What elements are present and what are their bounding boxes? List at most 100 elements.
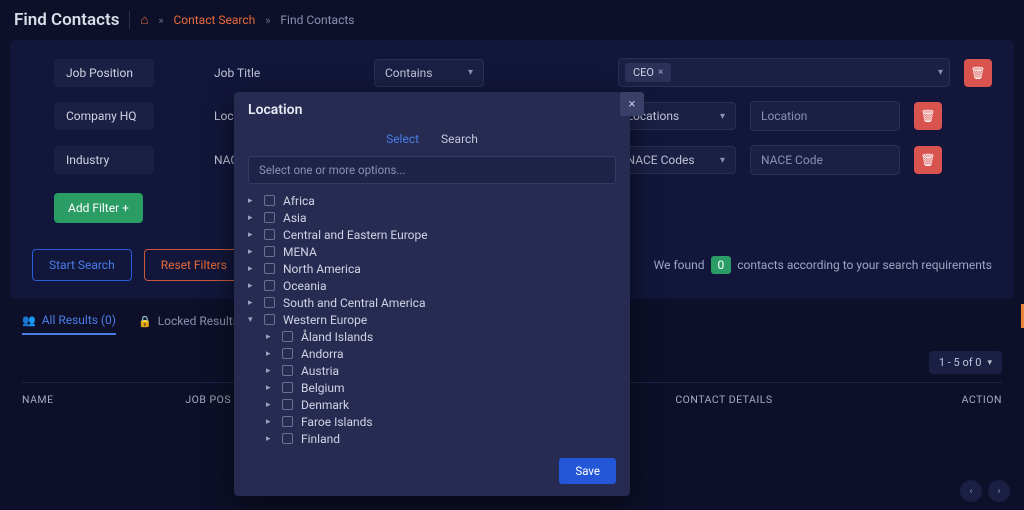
chevron-right-icon[interactable]: ▸ (248, 247, 256, 257)
page-title: Find Contacts (14, 10, 119, 30)
region-label: Asia (283, 211, 306, 225)
checkbox[interactable] (264, 280, 275, 291)
region-label: North America (283, 262, 361, 276)
operator-select[interactable]: Contains ▾ (374, 59, 484, 87)
pager-text: 1 - 5 of 0 (939, 356, 982, 369)
checkbox[interactable] (282, 382, 293, 393)
checkbox[interactable] (282, 348, 293, 359)
next-page-button[interactable]: › (988, 480, 1010, 502)
home-icon[interactable]: ⌂ (140, 12, 148, 28)
value-input[interactable]: NACE Code (750, 145, 900, 175)
chevron-right-icon[interactable]: ▸ (266, 332, 274, 342)
modal-footer: Save (234, 448, 630, 496)
chevron-right-icon[interactable]: ▸ (266, 400, 274, 410)
users-icon: 👥 (22, 314, 36, 327)
tree-region[interactable]: ▸MENA (248, 243, 616, 260)
region-label: South and Central America (283, 296, 425, 310)
country-label: Denmark (301, 398, 349, 412)
tree-region[interactable]: ▾ Western Europe (248, 311, 616, 328)
filter-chip[interactable]: Job Position (54, 59, 154, 87)
delete-filter-button[interactable]: 🗑 (914, 146, 942, 174)
chevron-right-icon[interactable]: ▸ (248, 213, 256, 223)
pager[interactable]: 1 - 5 of 0 ▾ (929, 351, 1002, 374)
chevron-right-icon[interactable]: ▸ (248, 230, 256, 240)
lock-icon: 🔒 (138, 315, 152, 328)
checkbox[interactable] (264, 263, 275, 274)
tree-region[interactable]: ▸Central and Eastern Europe (248, 226, 616, 243)
prev-page-button[interactable]: ‹ (960, 480, 982, 502)
breadcrumb-link[interactable]: Contact Search (173, 13, 255, 27)
country-label: Belgium (301, 381, 345, 395)
reset-filters-button[interactable]: Reset Filters (144, 249, 244, 281)
country-label: Andorra (301, 347, 344, 361)
checkbox[interactable] (282, 433, 293, 444)
tree-region[interactable]: ▸ North America (248, 260, 616, 277)
tree-country[interactable]: ▸ Andorra (248, 345, 616, 362)
tree-country[interactable]: ▸ Belgium (248, 379, 616, 396)
checkbox[interactable] (282, 399, 293, 410)
modal-search-input[interactable]: Select one or more options... (248, 156, 616, 184)
filter-chip[interactable]: Industry (54, 146, 154, 174)
chevron-right-icon[interactable]: ▸ (248, 298, 256, 308)
operator-value: Contains (385, 66, 432, 80)
add-filter-button[interactable]: Add Filter + (54, 193, 143, 223)
value-multiselect[interactable]: CEO × ▾ (618, 58, 950, 87)
checkbox[interactable] (264, 314, 275, 325)
breadcrumb-sep: » (158, 14, 163, 27)
value-input[interactable]: Location (750, 101, 900, 131)
tag-remove-icon[interactable]: × (658, 67, 663, 78)
checkbox[interactable] (264, 246, 275, 257)
chevron-right-icon[interactable]: ▸ (266, 383, 274, 393)
checkbox[interactable] (264, 195, 275, 206)
location-tree: ▸Africa▸Asia▸Central and Eastern Europe▸… (234, 190, 630, 448)
tree-country[interactable]: ▸Finland (248, 430, 616, 447)
trash-icon: 🗑 (970, 66, 985, 80)
tree-country[interactable]: ▸ Denmark (248, 396, 616, 413)
checkbox[interactable] (282, 416, 293, 427)
chevron-right-icon[interactable]: ▸ (248, 264, 256, 274)
tree-region[interactable]: ▸Oceania (248, 277, 616, 294)
tree-region[interactable]: ▸Africa (248, 192, 616, 209)
chevron-right-icon[interactable]: ▸ (266, 434, 274, 444)
filter-chip[interactable]: Company HQ (54, 102, 154, 130)
modal-close-button[interactable]: × (620, 92, 644, 116)
checkbox[interactable] (264, 229, 275, 240)
col-contact: CONTACT DETAILS (675, 393, 838, 406)
trash-icon: 🗑 (920, 153, 935, 167)
chevron-right-icon[interactable]: ▸ (248, 281, 256, 291)
tree-country[interactable]: ▸Faroe Islands (248, 413, 616, 430)
country-label: Åland Islands (301, 330, 373, 344)
modal-tabs: Select Search (234, 126, 630, 156)
chevron-down-icon[interactable]: ▾ (248, 315, 256, 325)
chevron-down-icon: ▾ (938, 67, 943, 78)
modal-tab-select[interactable]: Select (386, 132, 419, 146)
region-label: Western Europe (283, 313, 367, 327)
save-button[interactable]: Save (559, 458, 616, 484)
col-action: ACTION (839, 393, 1002, 406)
delete-filter-button[interactable]: 🗑 (964, 59, 992, 87)
checkbox[interactable] (264, 297, 275, 308)
checkbox[interactable] (282, 331, 293, 342)
tree-country[interactable]: ▸ Åland Islands (248, 328, 616, 345)
modal-tab-search[interactable]: Search (441, 132, 478, 146)
modal-title: Location (234, 92, 630, 126)
start-search-button[interactable]: Start Search (32, 249, 132, 281)
chevron-right-icon[interactable]: ▸ (266, 417, 274, 427)
divider (129, 11, 130, 29)
page-nav: ‹ › (960, 480, 1010, 502)
breadcrumb-sep: » (265, 14, 270, 27)
tab-all-results[interactable]: 👥 All Results (0) (22, 313, 116, 335)
checkbox[interactable] (282, 365, 293, 376)
tree-country[interactable]: ▸Austria (248, 362, 616, 379)
chevron-right-icon[interactable]: ▸ (266, 366, 274, 376)
chevron-right-icon[interactable]: ▸ (248, 196, 256, 206)
chevron-right-icon[interactable]: ▸ (266, 349, 274, 359)
filter-row: Job Position Job Title Contains ▾ CEO × … (54, 58, 992, 87)
tab-label: All Results (0) (42, 313, 116, 327)
checkbox[interactable] (264, 212, 275, 223)
filter-label: Job Title (214, 66, 314, 80)
delete-filter-button[interactable]: 🗑 (914, 102, 942, 130)
chevron-down-icon: ▾ (468, 67, 473, 78)
tree-region[interactable]: ▸ South and Central America (248, 294, 616, 311)
tree-region[interactable]: ▸ Asia (248, 209, 616, 226)
